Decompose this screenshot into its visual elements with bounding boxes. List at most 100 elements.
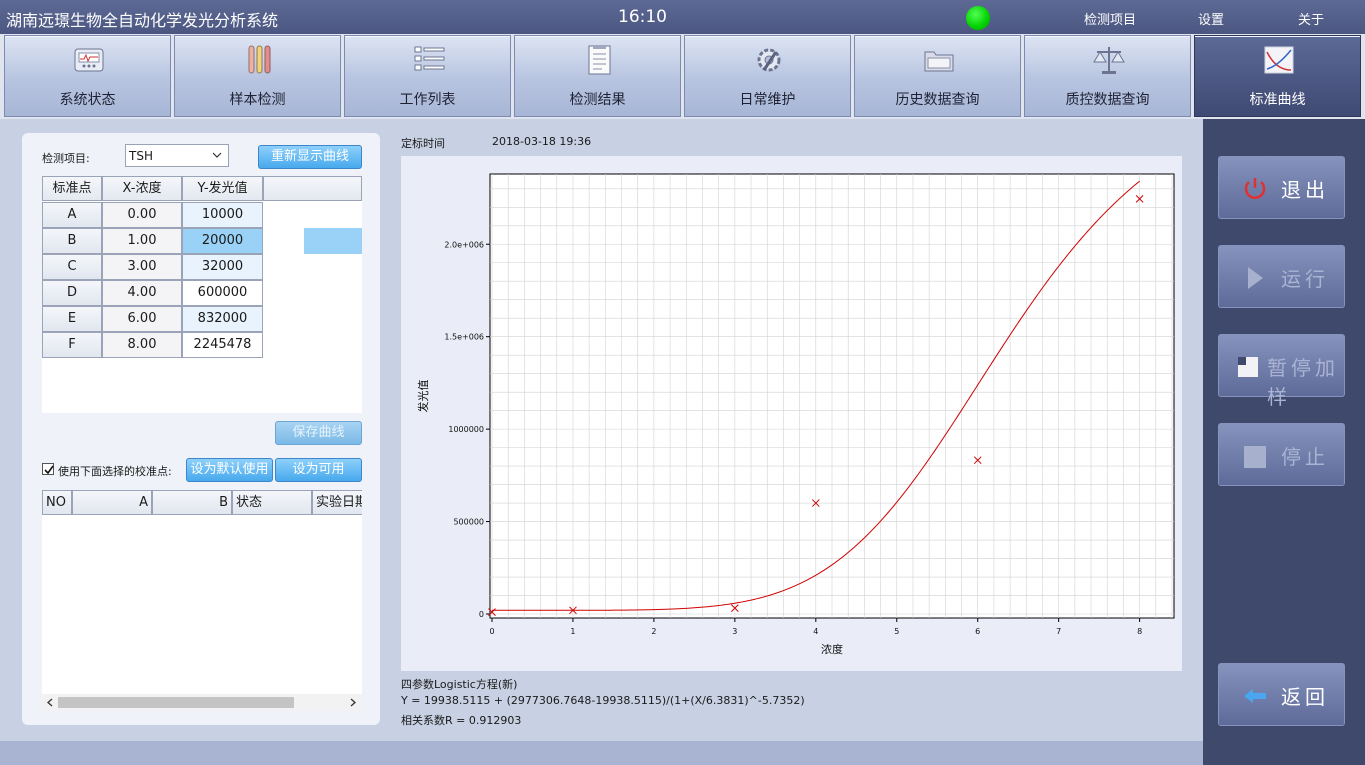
luminescence-cell[interactable]: 10000 — [182, 202, 263, 228]
column-header[interactable]: X-浓度 — [102, 176, 182, 201]
x-tick-label: 7 — [1056, 627, 1061, 636]
menu-settings[interactable]: 设置 — [1198, 9, 1224, 28]
concentration-cell[interactable]: 1.00 — [102, 228, 182, 254]
concentration-cell[interactable]: 0.00 — [102, 202, 182, 228]
column-header-date[interactable]: 实验日期 — [312, 490, 362, 515]
status-indicator-icon — [966, 6, 990, 30]
concentration-cell[interactable]: 4.00 — [102, 280, 182, 306]
use-selected-points-label: 使用下面选择的校准点: — [58, 465, 172, 478]
arrow-left-icon — [1244, 689, 1266, 703]
x-tick-label: 2 — [651, 627, 656, 636]
run-label: 运行 — [1281, 267, 1329, 291]
luminescence-cell[interactable]: 20000 — [182, 228, 263, 254]
x-tick-label: 3 — [732, 627, 737, 636]
pause-sampling-label: 暂停加样 — [1267, 356, 1339, 409]
stop-icon — [1244, 446, 1266, 468]
nav-label: 标准曲线 — [1249, 92, 1306, 108]
column-header[interactable]: Y-发光值 — [182, 176, 263, 201]
clock: 16:10 — [618, 7, 667, 27]
nav-qc-data[interactable]: 质控数据查询 — [1024, 35, 1191, 117]
nav-label: 日常维护 — [739, 92, 796, 108]
nav-bar: 系统状态 样本检测 工作列表 检测结果 日常维护 历史数据查询 质控数据查询 标… — [0, 34, 1365, 119]
calibration-point-label: C — [42, 254, 102, 280]
gear-wrench-icon — [757, 48, 781, 72]
calibration-time-value: 2018-03-18 19:36 — [492, 135, 592, 148]
column-header-no[interactable]: NO — [42, 490, 72, 515]
concentration-cell[interactable]: 3.00 — [102, 254, 182, 280]
nav-test-results[interactable]: 检测结果 — [514, 35, 681, 117]
list-icon — [414, 46, 445, 71]
menu-about[interactable]: 关于 — [1298, 9, 1324, 28]
menu-test-items[interactable]: 检测项目 — [1084, 9, 1136, 28]
curve-icon — [1264, 46, 1294, 74]
back-button[interactable]: 返回 — [1218, 663, 1345, 726]
use-selected-points-checkbox[interactable] — [42, 463, 54, 475]
calibration-point-label: A — [42, 202, 102, 228]
calibration-point-label: F — [42, 332, 102, 358]
nav-system-status[interactable]: 系统状态 — [4, 35, 171, 117]
column-header[interactable]: 标准点 — [42, 176, 102, 201]
pause-sampling-button[interactable]: 暂停加样 — [1218, 334, 1345, 409]
redisplay-curve-button[interactable]: 重新显示曲线 — [258, 145, 362, 169]
concentration-cell[interactable]: 6.00 — [102, 306, 182, 332]
nav-label: 样本检测 — [229, 92, 286, 108]
selected-row-highlight — [304, 228, 362, 254]
nav-work-list[interactable]: 工作列表 — [344, 35, 511, 117]
y-tick-label: 0 — [479, 610, 484, 619]
calibration-table: 标准点 X-浓度 Y-发光值 A 0.00 10000 B 1.00 20000 C 3.00… — [42, 176, 362, 413]
app-title: 湖南远璟生物全自动化学发光分析系统 — [6, 11, 279, 30]
y-tick-label: 1000000 — [448, 425, 484, 434]
nav-label: 历史数据查询 — [895, 92, 980, 108]
stop-button[interactable]: 停止 — [1218, 423, 1345, 486]
test-item-select[interactable]: TSH — [125, 144, 229, 167]
y-tick-label: 500000 — [453, 518, 484, 527]
x-tick-label: 1 — [570, 627, 575, 636]
test-item-label: 检测项目: — [42, 152, 90, 165]
calibration-point-label: B — [42, 228, 102, 254]
test-item-value: TSH — [129, 149, 153, 163]
nav-history[interactable]: 历史数据查询 — [854, 35, 1021, 117]
luminescence-cell[interactable]: 832000 — [182, 306, 263, 332]
nav-standard-curve[interactable]: 标准曲线 — [1194, 35, 1361, 117]
set-available-button[interactable]: 设为可用 — [275, 458, 362, 482]
document-icon — [588, 45, 611, 75]
y-tick-label: 2.0e+006 — [444, 240, 484, 249]
y-tick-label: 1.5e+006 — [444, 333, 484, 342]
scroll-right-icon[interactable] — [347, 696, 359, 709]
test-tubes-icon — [248, 45, 271, 74]
column-header-status[interactable]: 状态 — [232, 490, 312, 515]
nav-maintenance[interactable]: 日常维护 — [684, 35, 851, 117]
calibration-time-label: 定标时间 — [401, 137, 445, 150]
scale-icon — [1093, 47, 1125, 74]
scroll-left-icon[interactable] — [44, 696, 56, 709]
back-label: 返回 — [1281, 685, 1329, 709]
standard-curve-chart: 0 1 2 3 4 5 6 7 8 0 500000 1000000 1.5e+006 2.0e+006 浓… — [416, 173, 1175, 656]
horizontal-scrollbar[interactable] — [42, 694, 362, 711]
scrollbar-thumb[interactable] — [58, 697, 294, 708]
column-header-a[interactable]: A — [72, 490, 152, 515]
nav-sample-test[interactable]: 样本检测 — [174, 35, 341, 117]
luminescence-cell[interactable]: 32000 — [182, 254, 263, 280]
formula-equation: Y = 19938.5115 + (2977306.7648-19938.511… — [401, 694, 805, 707]
luminescence-cell[interactable]: 600000 — [182, 280, 263, 306]
x-tick-label: 4 — [813, 627, 818, 636]
correlation-coefficient: 相关系数R = 0.912903 — [401, 714, 522, 727]
run-button[interactable]: 运行 — [1218, 245, 1345, 308]
save-curve-button[interactable]: 保存曲线 — [275, 421, 362, 445]
x-tick-label: 5 — [894, 627, 899, 636]
x-tick-label: 6 — [975, 627, 980, 636]
x-tick-label: 8 — [1137, 627, 1142, 636]
column-header-b[interactable]: B — [152, 490, 232, 515]
stop-label: 停止 — [1281, 445, 1329, 469]
x-tick-label: 0 — [489, 627, 494, 636]
set-default-button[interactable]: 设为默认使用 — [186, 458, 273, 482]
title-bar: 湖南远璟生物全自动化学发光分析系统 16:10 检测项目 设置 关于 — [0, 0, 1365, 34]
luminescence-cell[interactable]: 2245478 — [182, 332, 263, 358]
concentration-cell[interactable]: 8.00 — [102, 332, 182, 358]
exit-button[interactable]: 退出 — [1218, 156, 1345, 219]
monitor-icon — [74, 48, 104, 72]
column-header-empty — [263, 176, 362, 201]
folder-icon — [924, 51, 954, 72]
calibration-history-grid: NO A B 状态 实验日期 — [42, 490, 362, 696]
x-axis-title: 浓度 — [821, 642, 843, 656]
